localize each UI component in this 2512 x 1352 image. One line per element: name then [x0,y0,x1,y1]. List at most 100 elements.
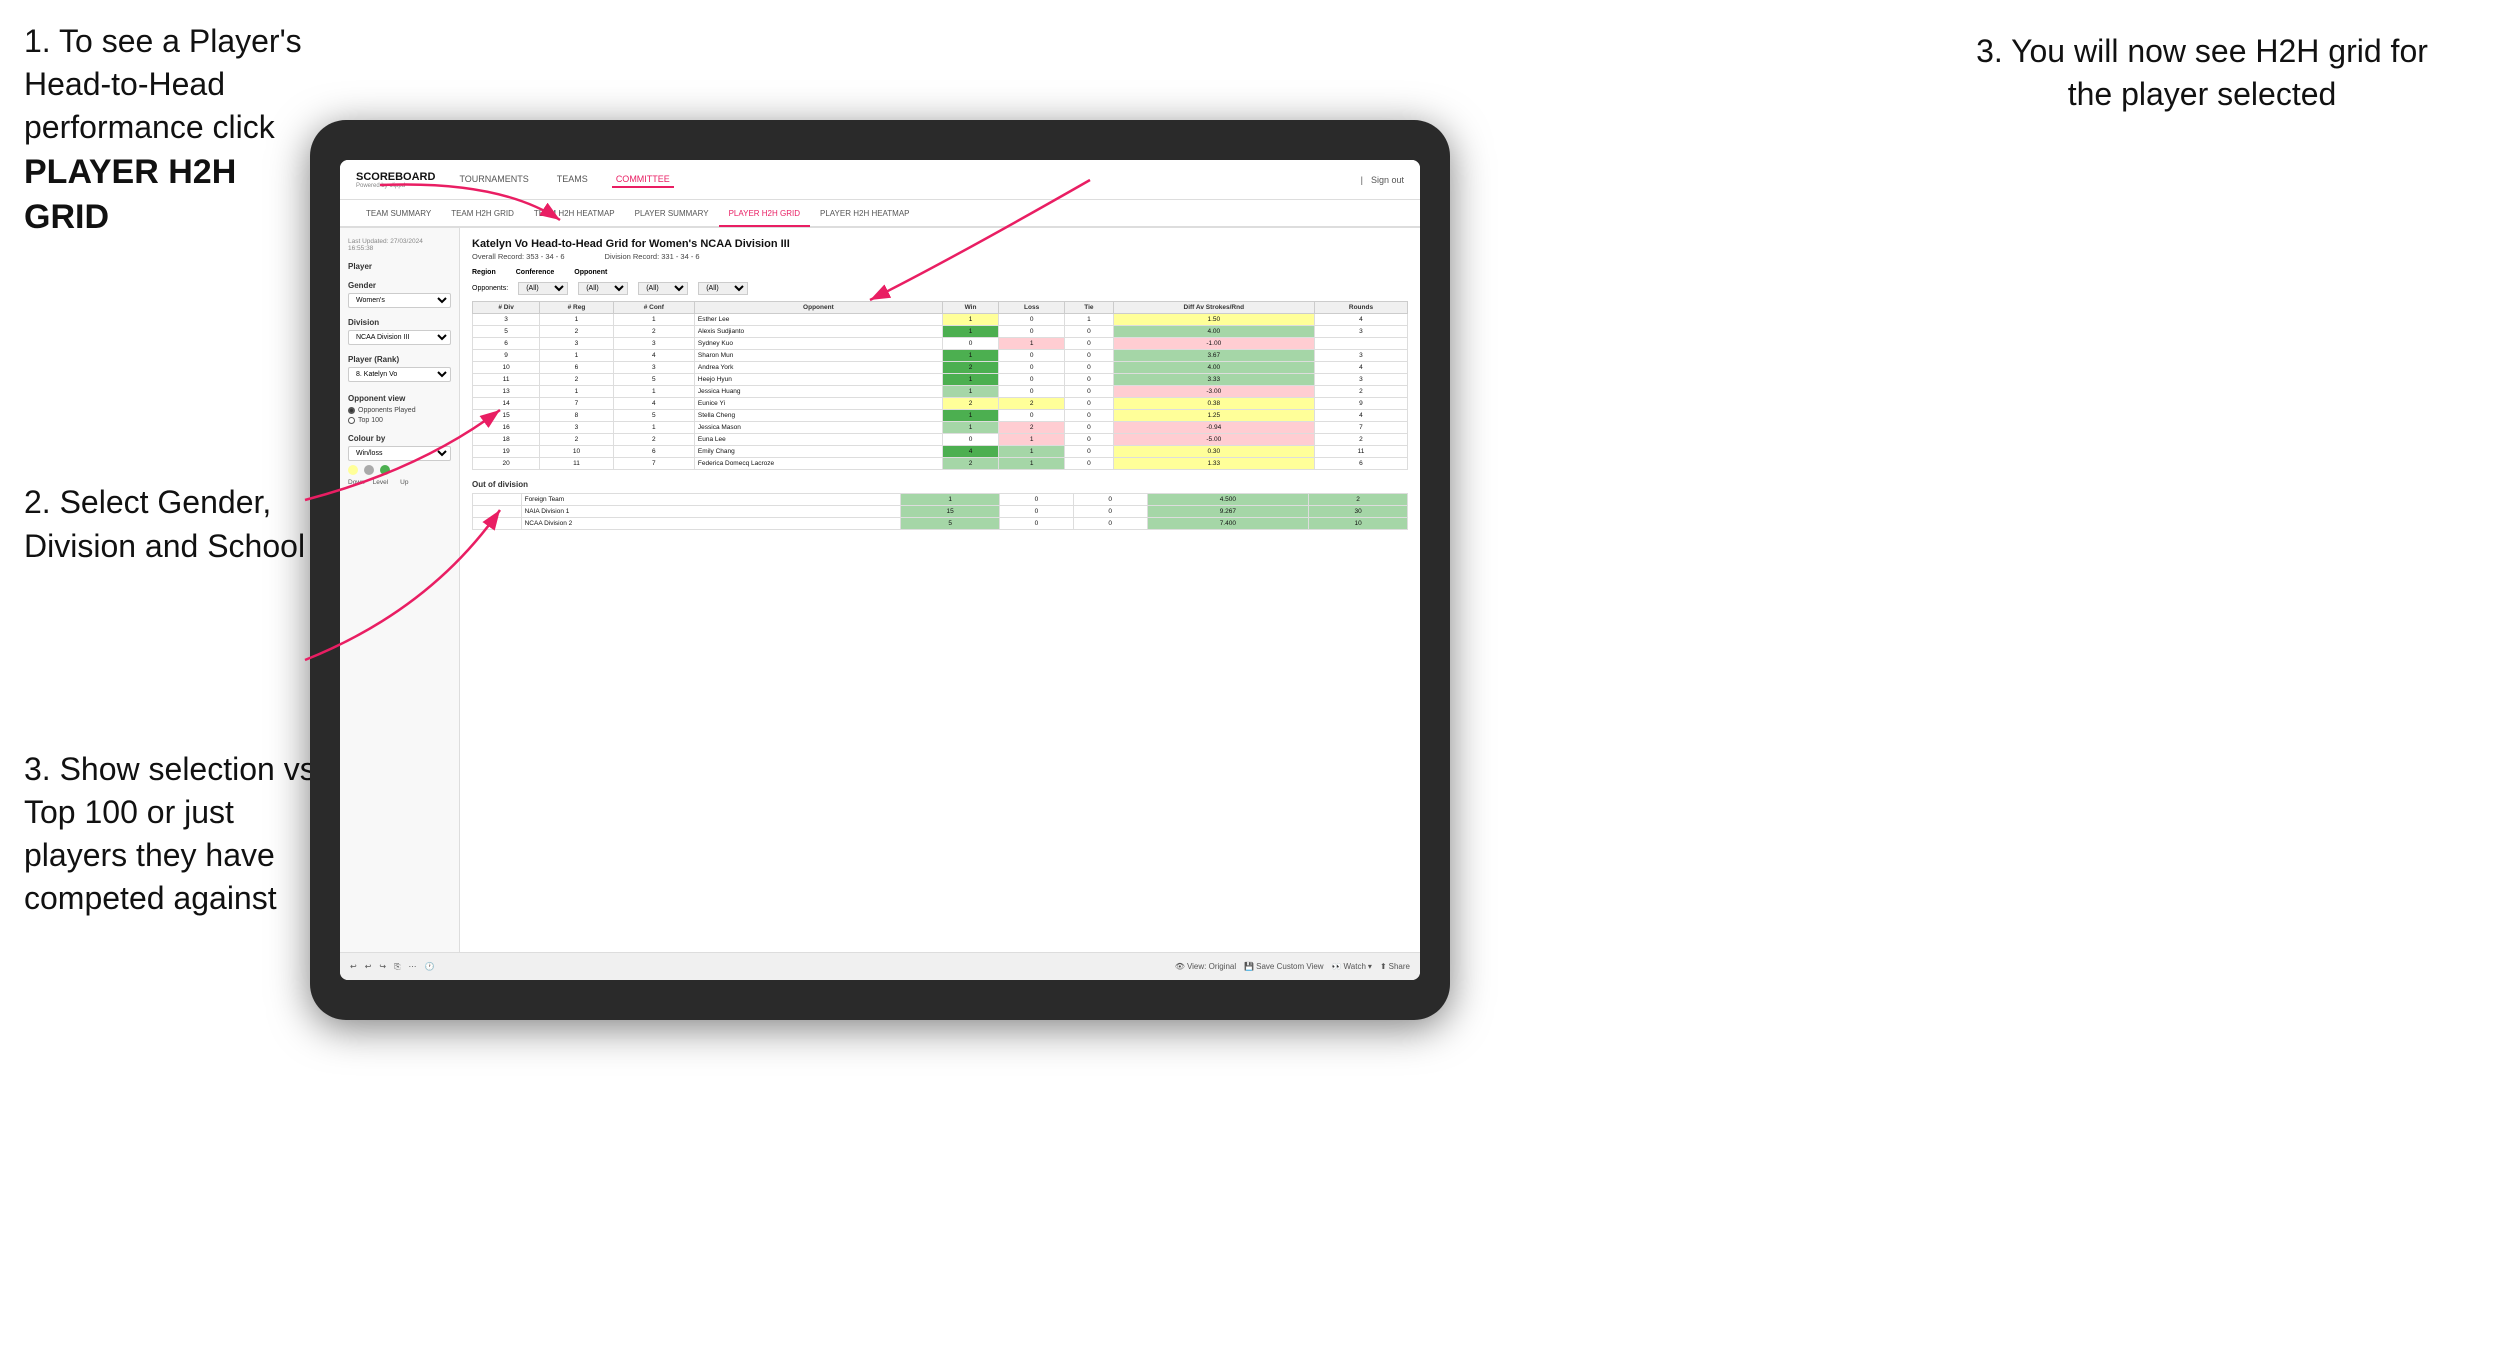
radio-circle-opponents [348,407,355,414]
clock-btn[interactable]: 🕐 [425,962,435,971]
gender-select[interactable]: Women's [348,293,451,308]
table-cell: 2 [613,434,694,446]
table-row: 633Sydney Kuo010-1.00 [473,338,1408,350]
ood-cell [473,506,522,518]
th-conf: # Conf [613,302,694,314]
filter-bar: Region Conference Opponent [472,269,1408,276]
copy-btn[interactable]: ⎘ [394,962,400,972]
ood-cell [473,494,522,506]
table-cell: 0 [999,362,1065,374]
opponent-view-section: Opponent view Opponents Played Top 100 [348,394,451,424]
table-cell: 0 [942,434,998,446]
table-cell [1314,338,1407,350]
sub-nav: TEAM SUMMARY TEAM H2H GRID TEAM H2H HEAT… [340,200,1420,228]
region-select[interactable]: (All) [578,282,628,295]
nav-teams[interactable]: TEAMS [553,172,592,188]
step1-label: 1. To see a Player's Head-to-Head perfor… [24,23,302,145]
table-cell: Jessica Huang [694,386,942,398]
table-cell: 1 [999,446,1065,458]
table-cell: 1 [999,338,1065,350]
radio-opponents-played[interactable]: Opponents Played [348,407,451,414]
table-cell: 4 [1314,314,1407,326]
table-cell: 0 [1065,386,1114,398]
undo-btn[interactable]: ↩ [350,962,357,971]
step3-left-block: 3. Show selection vs Top 100 or just pla… [24,748,316,921]
table-cell: 0 [999,386,1065,398]
opponents-label: Opponents: [472,285,508,292]
radio-label-opponents: Opponents Played [358,407,416,414]
table-cell: 0 [1065,446,1114,458]
table-cell: 2 [540,326,614,338]
opponent-filter-select[interactable]: (All) [698,282,748,295]
table-cell: Eunice Yi [694,398,942,410]
table-cell: 0 [1065,422,1114,434]
table-cell: 3 [1314,350,1407,362]
th-tie: Tie [1065,302,1114,314]
opponents-select[interactable]: (All) [518,282,568,295]
dot-level [364,465,374,475]
table-cell: 3 [613,362,694,374]
subnav-player-h2h-grid[interactable]: PLAYER H2H GRID [719,201,810,227]
th-reg: # Reg [540,302,614,314]
ood-cell: 4.500 [1147,494,1309,506]
subnav-player-summary[interactable]: PLAYER SUMMARY [625,201,719,227]
watch-btn[interactable]: 👀 Watch ▾ [1332,962,1372,971]
undo2-btn[interactable]: ↩ [365,962,372,971]
table-cell: 0 [1065,338,1114,350]
table-cell: 4 [613,350,694,362]
nav-committee[interactable]: COMMITTEE [612,172,674,188]
table-cell: 2 [942,398,998,410]
filter-opponent-group: Opponent [574,269,607,276]
th-win: Win [942,302,998,314]
ood-table-row: NCAA Division 25007.40010 [473,518,1408,530]
division-label: Division [348,318,451,327]
conference-filter-select[interactable]: (All) [638,282,688,295]
table-cell: Sharon Mun [694,350,942,362]
table-cell: 1.33 [1113,458,1314,470]
table-cell: 2 [942,362,998,374]
table-cell: 4 [942,446,998,458]
gender-section: Gender Women's [348,281,451,308]
nav-tournaments[interactable]: TOURNAMENTS [455,172,532,188]
legend-down: Down [348,479,365,486]
ood-cell: 0 [1000,506,1074,518]
table-cell: 0 [999,410,1065,422]
subnav-team-summary[interactable]: TEAM SUMMARY [356,201,441,227]
redo-btn[interactable]: ↪ [379,962,386,971]
table-cell: -5.00 [1113,434,1314,446]
table-cell: 1 [999,434,1065,446]
save-custom-btn[interactable]: 💾 Save Custom View [1244,962,1323,971]
more-btn[interactable]: ⋯ [409,962,417,971]
table-cell: 1 [540,386,614,398]
sign-out-link[interactable]: Sign out [1371,175,1404,185]
table-row: 1631Jessica Mason120-0.947 [473,422,1408,434]
subnav-team-h2h-grid[interactable]: TEAM H2H GRID [441,201,524,227]
subnav-player-h2h-heatmap[interactable]: PLAYER H2H HEATMAP [810,201,920,227]
colour-by-select[interactable]: Win/loss [348,446,451,461]
table-cell: Esther Lee [694,314,942,326]
table-cell: 0 [1065,458,1114,470]
tablet: SCOREBOARD Powered by clippd TOURNAMENTS… [310,120,1450,1020]
table-cell: 1 [942,326,998,338]
ood-cell: 2 [1309,494,1408,506]
tablet-screen: SCOREBOARD Powered by clippd TOURNAMENTS… [340,160,1420,980]
player-rank-select[interactable]: 8. Katelyn Vo [348,367,451,382]
table-cell: 2 [942,458,998,470]
division-select[interactable]: NCAA Division III [348,330,451,345]
table-cell: 0 [999,326,1065,338]
table-cell: 3.67 [1113,350,1314,362]
table-cell: 1 [942,410,998,422]
table-cell: 11 [1314,446,1407,458]
view-original-btn[interactable]: 👁 View: Original [1175,962,1236,971]
table-cell: 18 [473,434,540,446]
table-cell: 6 [473,338,540,350]
ood-cell: 0 [1000,494,1074,506]
table-cell: 0.38 [1113,398,1314,410]
table-cell: 11 [540,458,614,470]
share-btn[interactable]: ⬆ Share [1380,962,1410,971]
subnav-team-h2h-heatmap[interactable]: TEAM H2H HEATMAP [524,201,625,227]
radio-group: Opponents Played Top 100 [348,407,451,424]
radio-top100[interactable]: Top 100 [348,417,451,424]
table-cell: 0.30 [1113,446,1314,458]
table-cell: 0 [999,314,1065,326]
